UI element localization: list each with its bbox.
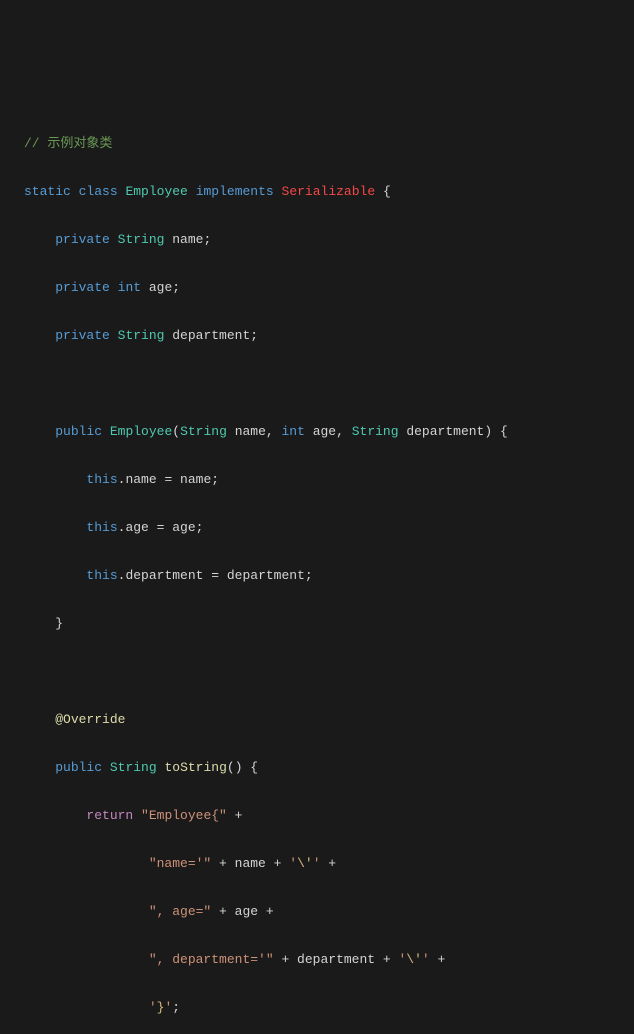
identifier: department; — [164, 328, 258, 343]
operator: + — [227, 808, 243, 823]
identifier: department) { — [399, 424, 508, 439]
code-line: private String department; — [4, 324, 630, 348]
identifier: age, — [305, 424, 352, 439]
code-line: this.department = department; — [4, 564, 630, 588]
identifier: name, — [227, 424, 282, 439]
identifier: name; — [164, 232, 211, 247]
annotation: @Override — [55, 712, 125, 727]
keyword: return — [86, 808, 133, 823]
space — [133, 808, 141, 823]
string-literal: ", department='" — [149, 952, 274, 967]
operator: + age + — [211, 904, 273, 919]
keyword: public — [55, 424, 102, 439]
type-name: String — [118, 328, 165, 343]
operator: + — [430, 952, 446, 967]
code-line: } — [4, 612, 630, 636]
statement: .department = department; — [118, 568, 313, 583]
keyword: private — [55, 280, 110, 295]
type-name: Serializable — [282, 184, 376, 199]
code-line: static class Employee implements Seriali… — [4, 180, 630, 204]
escape-char: \' — [406, 952, 422, 967]
code-line: '}'; — [4, 996, 630, 1020]
string-literal: ' — [422, 952, 430, 967]
string-literal: ' — [164, 1000, 172, 1015]
type-name: String — [110, 760, 157, 775]
paren: ( — [172, 424, 180, 439]
keyword: int — [118, 280, 141, 295]
keyword: private — [55, 232, 110, 247]
keyword: private — [55, 328, 110, 343]
operator: + department + — [274, 952, 399, 967]
code-line: this.age = age; — [4, 516, 630, 540]
code-line: public String toString() { — [4, 756, 630, 780]
paren: () { — [227, 760, 258, 775]
code-line: ", department='" + department + '\'' + — [4, 948, 630, 972]
keyword: static — [24, 184, 71, 199]
type-name: Employee — [125, 184, 187, 199]
string-literal: ' — [289, 856, 297, 871]
string-literal: "Employee{" — [141, 808, 227, 823]
keyword: this — [86, 568, 117, 583]
escape-char: } — [157, 1000, 165, 1015]
method-name: toString — [164, 760, 226, 775]
code-line: // 示例对象类 — [4, 132, 630, 156]
statement: .age = age; — [118, 520, 204, 535]
code-line: @Override — [4, 708, 630, 732]
code-line: ", age=" + age + — [4, 900, 630, 924]
operator: + — [321, 856, 337, 871]
keyword: this — [86, 520, 117, 535]
code-editor[interactable]: // 示例对象类 static class Employee implement… — [4, 108, 630, 1034]
keyword: implements — [196, 184, 274, 199]
type-name: String — [352, 424, 399, 439]
statement: .name = name; — [118, 472, 219, 487]
keyword: int — [282, 424, 305, 439]
escape-char: \' — [297, 856, 313, 871]
code-line: "name='" + name + '\'' + — [4, 852, 630, 876]
code-line: private int age; — [4, 276, 630, 300]
code-line: return "Employee{" + — [4, 804, 630, 828]
string-literal: ' — [149, 1000, 157, 1015]
keyword: this — [86, 472, 117, 487]
code-line: private String name; — [4, 228, 630, 252]
code-line: public Employee(String name, int age, St… — [4, 420, 630, 444]
identifier: age; — [141, 280, 180, 295]
type-name: Employee — [110, 424, 172, 439]
operator: + name + — [211, 856, 289, 871]
keyword: class — [79, 184, 118, 199]
string-literal: ' — [313, 856, 321, 871]
code-line: this.name = name; — [4, 468, 630, 492]
brace: { — [375, 184, 391, 199]
comment: // 示例对象类 — [24, 136, 112, 151]
type-name: String — [118, 232, 165, 247]
semicolon: ; — [172, 1000, 180, 1015]
string-literal: "name='" — [149, 856, 211, 871]
string-literal: ", age=" — [149, 904, 211, 919]
keyword: public — [55, 760, 102, 775]
string-literal: ' — [398, 952, 406, 967]
type-name: String — [180, 424, 227, 439]
code-line — [4, 660, 630, 684]
code-line — [4, 372, 630, 396]
